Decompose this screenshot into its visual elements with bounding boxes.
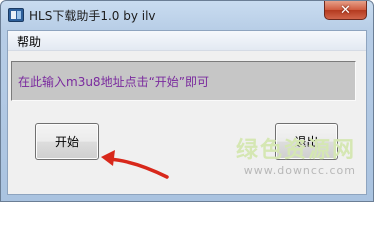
title-bar[interactable]: HLS下载助手1.0 by ilv ✕ — [1, 1, 373, 29]
url-input-hint: 在此输入m3u8地址点击“开始”即可 — [18, 75, 209, 89]
app-window: HLS下载助手1.0 by ilv ✕ 帮助 在此输入m3u8地址点击“开始”即… — [0, 0, 374, 202]
watermark-title: 绿色资源网 — [235, 138, 356, 163]
app-icon[interactable] — [8, 8, 24, 22]
url-input-box[interactable]: 在此输入m3u8地址点击“开始”即可 — [11, 61, 356, 101]
start-button[interactable]: 开始 — [35, 123, 99, 160]
close-icon: ✕ — [340, 2, 351, 18]
menu-bar: 帮助 — [8, 31, 366, 51]
watermark-url: www.downcc.com — [243, 164, 356, 177]
red-arrow-icon — [101, 150, 169, 179]
menu-item-help[interactable]: 帮助 — [14, 33, 44, 50]
client-area: 帮助 在此输入m3u8地址点击“开始”即可 开始 退出 绿色资源网 www.do… — [7, 30, 367, 195]
window-title: HLS下载助手1.0 by ilv — [29, 9, 156, 23]
close-button[interactable]: ✕ — [324, 1, 367, 20]
watermark: 绿色资源网 www.downcc.com — [206, 132, 356, 184]
